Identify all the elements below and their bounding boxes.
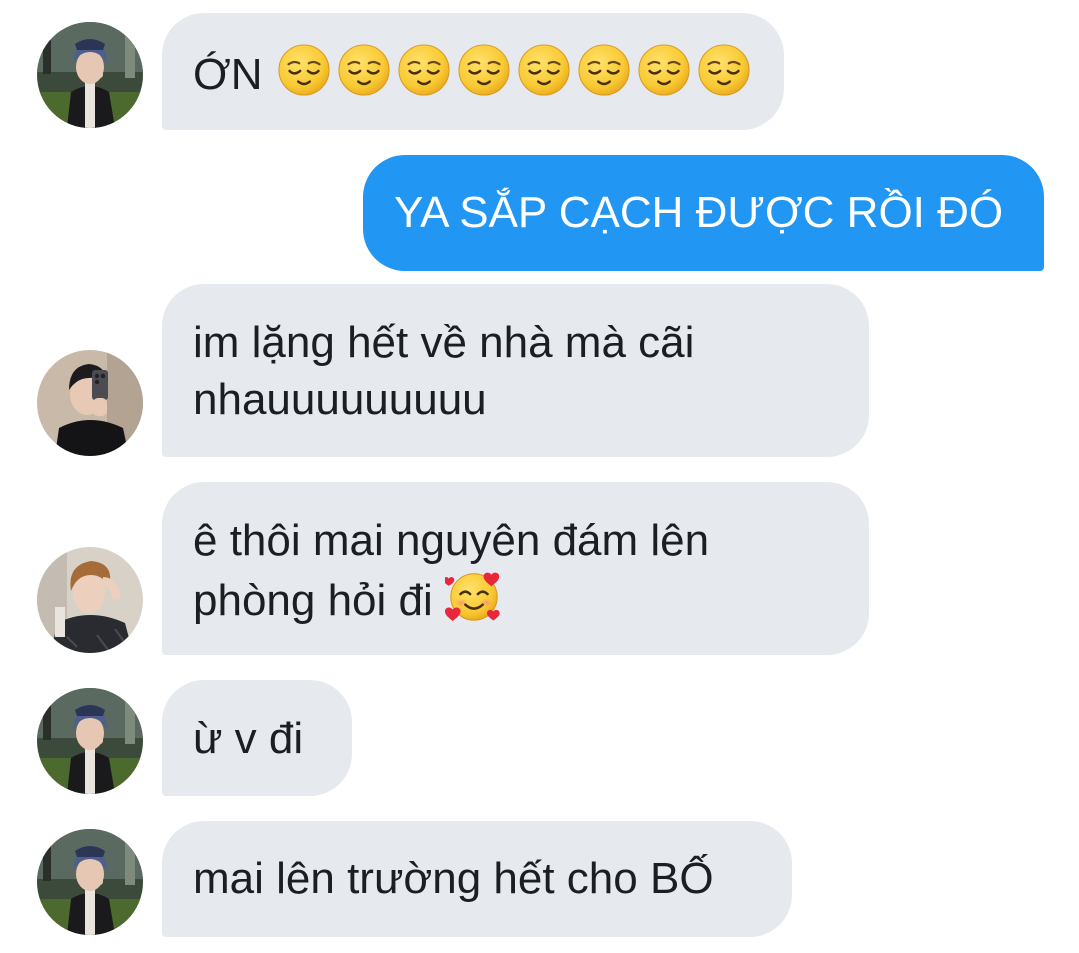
relieved-face-emoji (517, 43, 571, 97)
relieved-face-emoji (577, 43, 631, 97)
message-text: mai lên trường hết cho BỐ (193, 854, 714, 903)
message-text: ừ v đi (193, 714, 304, 763)
relieved-face-emoji (697, 43, 751, 97)
message-text-line: nhauuuuuuuuu (193, 375, 487, 424)
message-text-line: im lặng hết về nhà mà cãi (193, 318, 695, 367)
avatar-hand-on-head (37, 547, 143, 653)
message-text-line-content: phòng hỏi đi (193, 575, 433, 625)
avatar[interactable] (37, 829, 143, 935)
message-bubble-incoming[interactable]: ê thôi mai nguyên đám lên phòng hỏi đi (162, 482, 869, 655)
avatar-blue-hair-outdoor (37, 829, 143, 935)
message-text: ỚN (193, 49, 263, 99)
avatar[interactable] (37, 547, 143, 653)
avatar[interactable] (37, 22, 143, 128)
message-text-line: ê thôi mai nguyên đám lên (193, 516, 710, 565)
message-bubble-incoming[interactable]: ừ v đi (162, 680, 352, 796)
message-bubble-incoming[interactable]: mai lên trường hết cho BỐ (162, 821, 792, 937)
avatar-blue-hair-outdoor (37, 22, 143, 128)
message-bubble-outgoing[interactable]: YA SẮP CẠCH ĐƯỢC RỒI ĐÓ (363, 155, 1044, 271)
smiling-face-with-hearts-emoji (445, 567, 503, 625)
relieved-face-emoji (457, 43, 511, 97)
message-bubble-incoming[interactable]: ỚN (162, 13, 784, 130)
avatar[interactable] (37, 350, 143, 456)
relieved-face-emoji (397, 43, 451, 97)
avatar[interactable] (37, 688, 143, 794)
relieved-face-emoji (337, 43, 391, 97)
relieved-face-emoji (277, 43, 331, 97)
message-bubble-incoming[interactable]: im lặng hết về nhà mà cãi nhauuuuuuuuu (162, 284, 869, 457)
relieved-face-emoji (637, 43, 691, 97)
avatar-mirror-selfie (37, 350, 143, 456)
message-text-line: phòng hỏi đi (193, 569, 869, 629)
message-text: YA SẮP CẠCH ĐƯỢC RỒI ĐÓ (394, 188, 1004, 237)
avatar-blue-hair-outdoor (37, 688, 143, 794)
